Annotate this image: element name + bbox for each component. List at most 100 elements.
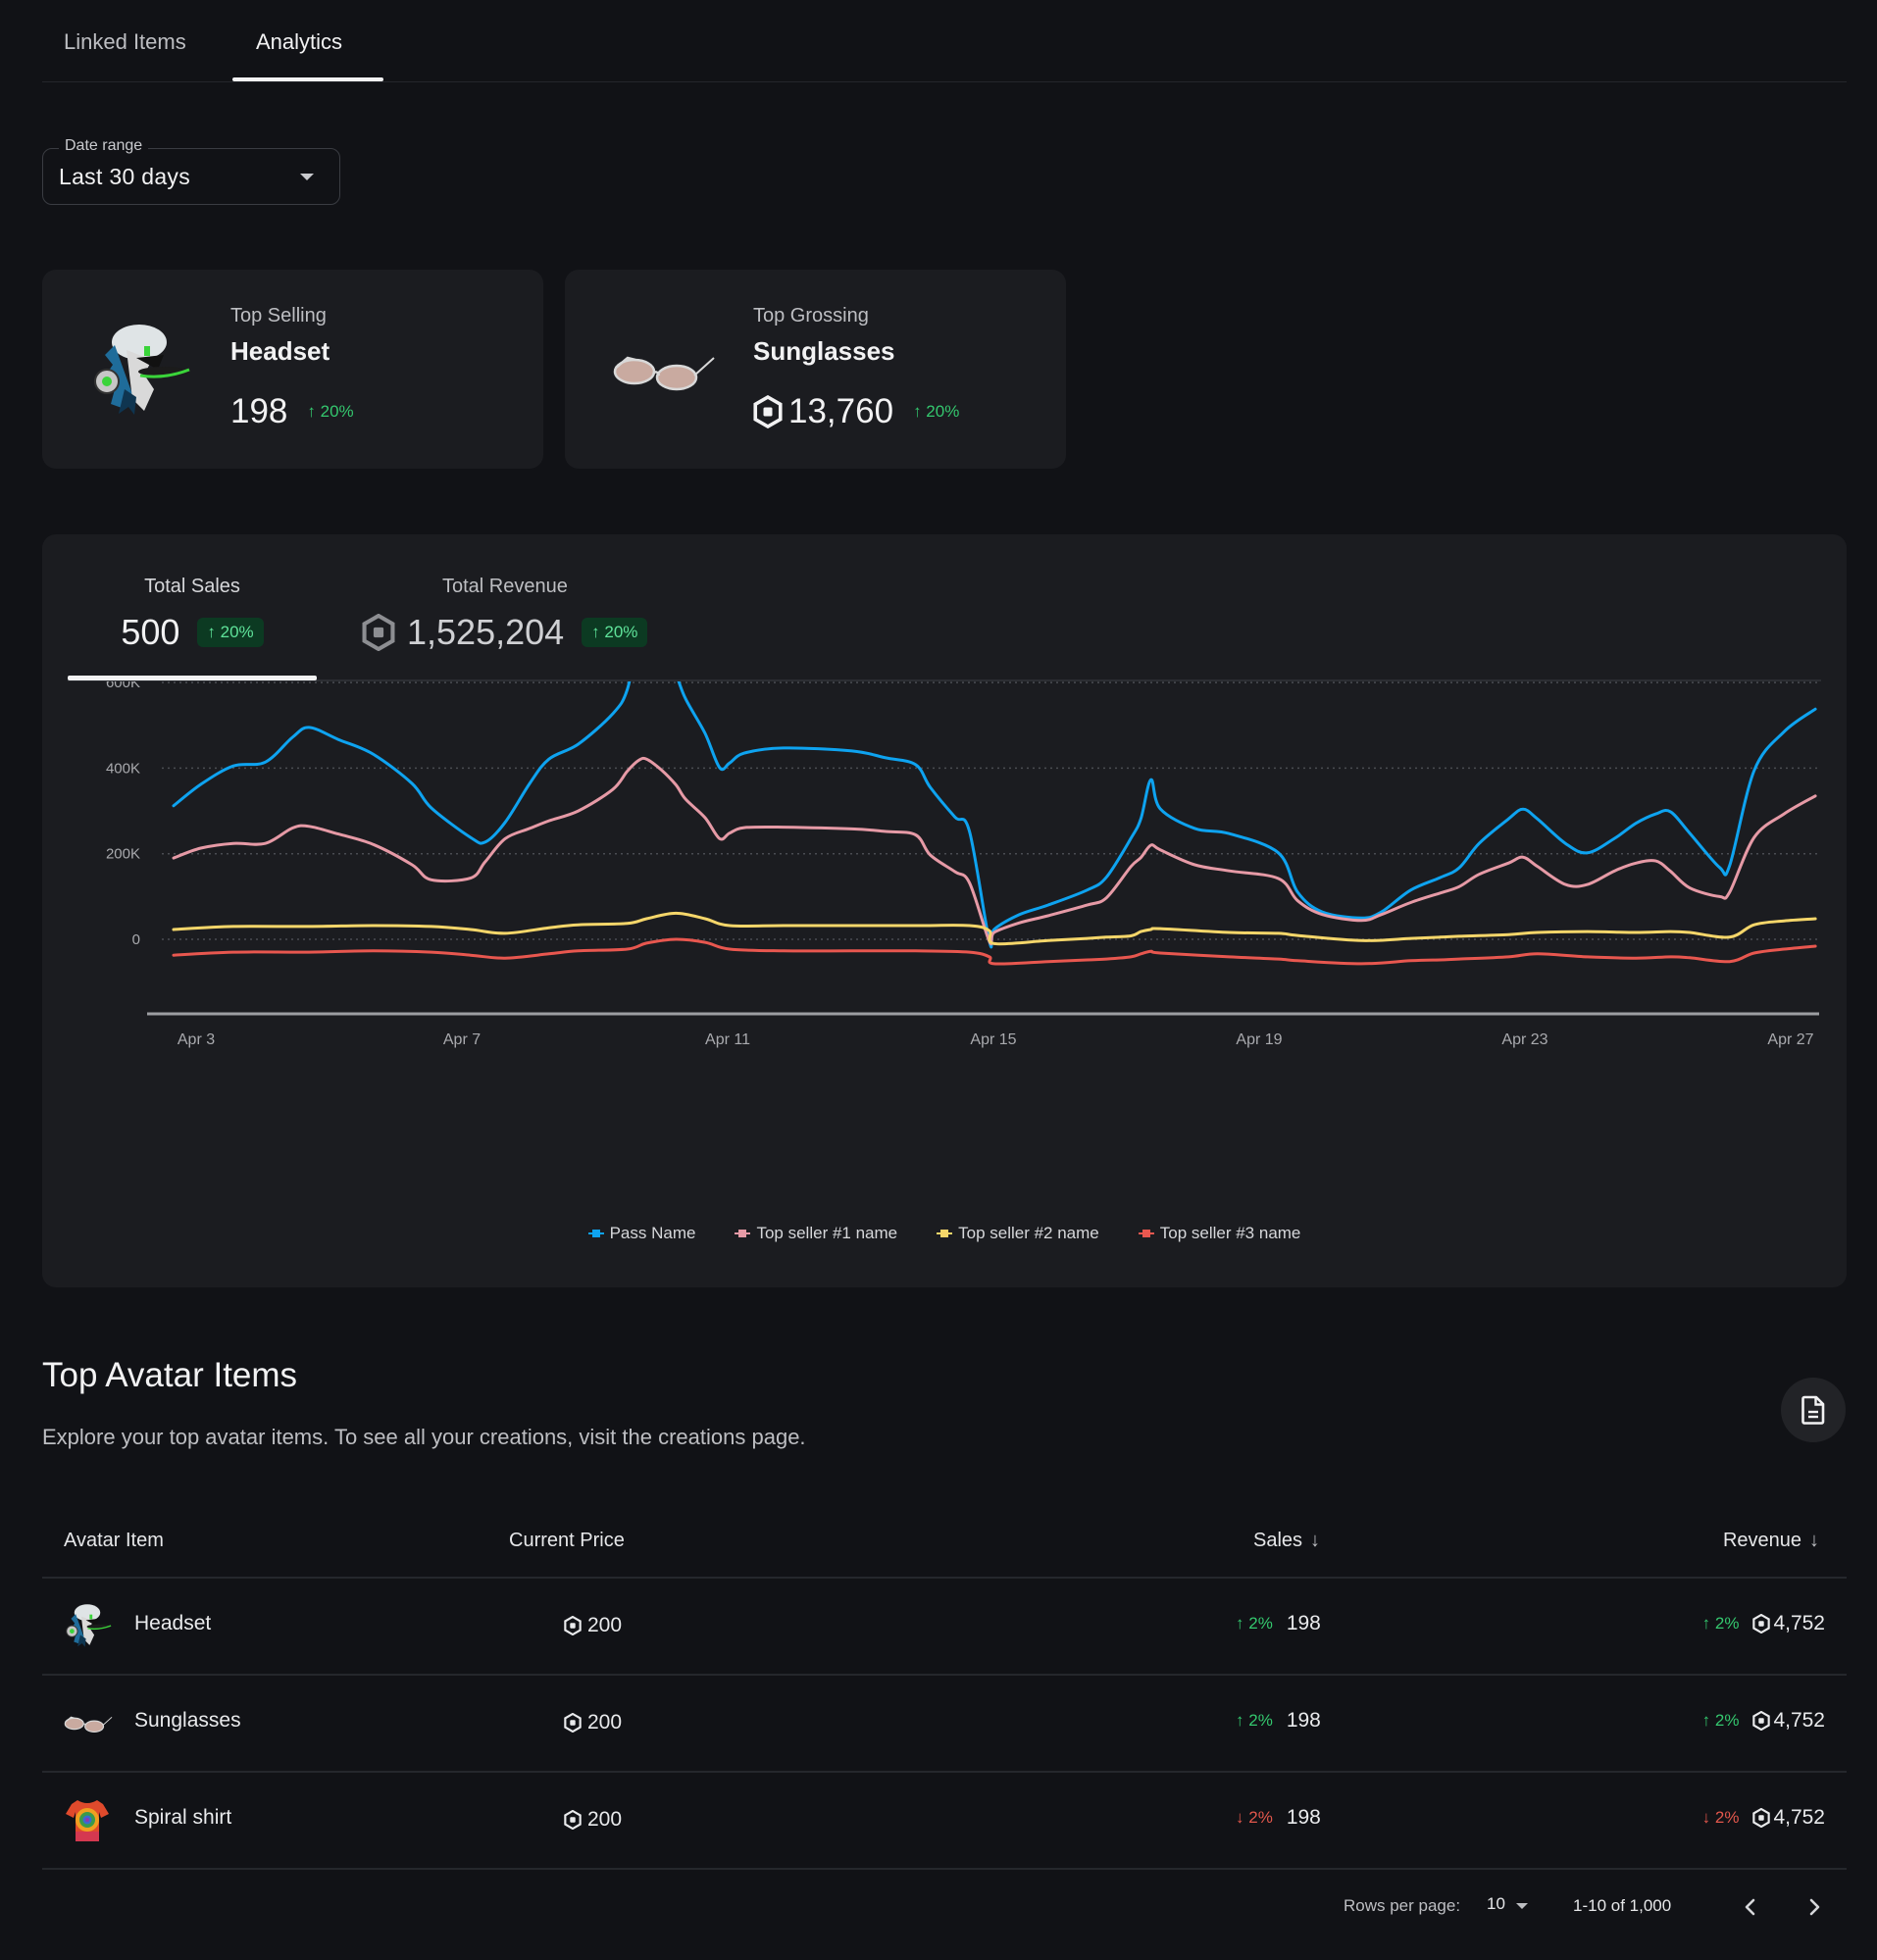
- legend-swatch-icon: [937, 1229, 953, 1238]
- y-tick-label: 600K: [106, 681, 140, 691]
- column-header-avatar-item: Avatar Item: [64, 1530, 164, 1552]
- robux-icon: [1752, 1614, 1770, 1633]
- card-kicker: Top Grossing: [753, 305, 869, 327]
- arrow-up-icon: ↑: [913, 402, 927, 421]
- table-row[interactable]: Spiral shirt 200 ↓ 2% 198 ↓ 2% 4,752: [42, 1773, 1847, 1870]
- revenue-delta-value: 2%: [1714, 1614, 1740, 1633]
- active-tab-indicator: [232, 77, 383, 81]
- sunglasses-item-thumbnail: [62, 1699, 113, 1746]
- robux-icon: [362, 614, 395, 651]
- card-delta: ↑ 20%: [913, 402, 959, 422]
- top-items-table: Avatar Item Current Price Sales ↓ Revenue…: [42, 1510, 1847, 1870]
- legend-swatch-icon: [1138, 1229, 1154, 1238]
- legend-item[interactable]: Pass Name: [587, 1224, 696, 1243]
- item-revenue: ↓ 2% 4,752: [1702, 1806, 1825, 1830]
- card-delta-value: 20%: [926, 402, 960, 421]
- date-range-label: Date range: [59, 137, 149, 155]
- top-grossing-card: Top Grossing Sunglasses 13,760 ↑ 20%: [565, 270, 1066, 469]
- item-name[interactable]: Spiral shirt: [134, 1806, 231, 1830]
- x-tick-label: Apr 15: [970, 1031, 1016, 1048]
- kpi-label: Total Revenue: [442, 576, 568, 597]
- item-revenue: ↑ 2% 4,752: [1702, 1709, 1825, 1733]
- kpi-delta-value: 20%: [220, 623, 254, 641]
- kpi-delta-value: 20%: [604, 623, 638, 641]
- export-report-button[interactable]: [1781, 1378, 1846, 1442]
- column-header-sales[interactable]: Sales ↓: [1253, 1530, 1320, 1552]
- document-icon: [1801, 1395, 1825, 1425]
- card-item-name: Headset: [230, 336, 330, 366]
- revenue-delta: ↓ 2%: [1702, 1808, 1740, 1828]
- x-tick-label: Apr 7: [443, 1031, 481, 1048]
- arrow-up-icon: ↑: [591, 623, 605, 641]
- kpi-value: 500: [121, 612, 180, 652]
- card-delta-value: 20%: [320, 402, 354, 421]
- column-label: Sales: [1253, 1530, 1303, 1551]
- card-delta: ↑ 20%: [307, 402, 353, 422]
- item-sales: ↓ 2% 198: [1236, 1806, 1321, 1830]
- series-line-pass-name: [172, 681, 1817, 949]
- item-price: 200: [564, 1711, 622, 1734]
- section-description: Explore your top avatar items. To see al…: [42, 1425, 806, 1449]
- x-tick-label: Apr 23: [1501, 1031, 1547, 1048]
- card-metric-value: 13,760: [788, 392, 894, 430]
- column-label: Revenue: [1722, 1530, 1801, 1551]
- caret-down-icon[interactable]: [1516, 1903, 1528, 1909]
- pagination-range: 1-10 of 1,000: [1573, 1896, 1672, 1915]
- robux-icon: [564, 1810, 582, 1830]
- table-row[interactable]: Headset 200 ↑ 2% 198 ↑ 2% 4,752: [42, 1579, 1847, 1676]
- sales-value: 198: [1286, 1709, 1321, 1732]
- sales-delta: ↑ 2%: [1236, 1711, 1273, 1731]
- arrow-up-icon: ↑: [1701, 1711, 1715, 1730]
- revenue-delta-value: 2%: [1714, 1711, 1740, 1730]
- column-header-revenue[interactable]: Revenue ↓: [1723, 1530, 1819, 1552]
- arrow-up-icon: ↑: [207, 623, 221, 641]
- kpi-delta-badge: ↑ 20%: [197, 618, 264, 647]
- legend-label: Top seller #1 name: [756, 1224, 898, 1242]
- line-chart: 0200K400K600K800K Apr 3Apr 7Apr 11Apr 15…: [106, 681, 1819, 1048]
- sunglasses-item-thumbnail: [608, 321, 716, 419]
- legend-item[interactable]: Top seller #3 name: [1138, 1224, 1300, 1243]
- section-title: Top Avatar Items: [42, 1356, 298, 1394]
- legend-item[interactable]: Top seller #1 name: [735, 1224, 897, 1243]
- item-price: 200: [564, 1808, 622, 1832]
- sales-delta: ↑ 2%: [1236, 1614, 1273, 1633]
- spiral-shirt-item-thumbnail: [62, 1796, 113, 1843]
- sales-chart-panel: Total Sales 500 ↑ 20% Total Revenue 1,52…: [42, 534, 1847, 1287]
- chevron-left-icon[interactable]: [1741, 1892, 1760, 1922]
- item-name[interactable]: Sunglasses: [134, 1709, 241, 1733]
- robux-icon: [564, 1616, 582, 1635]
- rows-per-page-select[interactable]: 10: [1487, 1894, 1505, 1914]
- chevron-right-icon[interactable]: [1804, 1892, 1824, 1922]
- legend-item[interactable]: Top seller #2 name: [937, 1224, 1099, 1243]
- table-row[interactable]: Sunglasses 200 ↑ 2% 198 ↑ 2% 4,752: [42, 1676, 1847, 1773]
- tab-bar: Linked Items Analytics: [42, 0, 1847, 82]
- price-value: 200: [587, 1808, 623, 1831]
- date-range-select[interactable]: Date range Last 30 days: [42, 137, 340, 205]
- tab-linked-items[interactable]: Linked Items: [64, 29, 186, 55]
- item-sales: ↑ 2% 198: [1236, 1612, 1321, 1635]
- item-sales: ↑ 2% 198: [1236, 1709, 1321, 1733]
- sales-delta: ↓ 2%: [1236, 1808, 1273, 1828]
- robux-icon: [1752, 1808, 1770, 1828]
- y-tick-label: 0: [132, 931, 140, 948]
- column-label: Avatar Item: [64, 1530, 164, 1551]
- kpi-tab-total-sales[interactable]: Total Sales 500 ↑ 20%: [68, 576, 317, 653]
- robux-icon: [564, 1713, 582, 1733]
- arrow-up-icon: ↑: [1701, 1614, 1715, 1633]
- kpi-delta-badge: ↑ 20%: [582, 618, 648, 647]
- date-range-value: Last 30 days: [59, 164, 191, 189]
- sort-desc-icon: ↓: [1809, 1530, 1819, 1551]
- arrow-down-icon: ↓: [1236, 1808, 1249, 1827]
- x-tick-label: Apr 19: [1236, 1031, 1282, 1048]
- card-kicker: Top Selling: [230, 305, 327, 327]
- caret-down-icon: [300, 174, 314, 180]
- legend-label: Pass Name: [609, 1224, 696, 1242]
- item-name[interactable]: Headset: [134, 1612, 211, 1635]
- tab-analytics[interactable]: Analytics: [256, 29, 342, 55]
- price-value: 200: [587, 1711, 623, 1734]
- active-kpi-indicator: [68, 676, 317, 680]
- kpi-tab-total-revenue[interactable]: Total Revenue 1,525,204 ↑ 20%: [362, 576, 685, 653]
- revenue-value: 4,752: [1773, 1806, 1825, 1829]
- x-tick-label: Apr 27: [1767, 1031, 1813, 1048]
- legend-swatch-icon: [735, 1229, 751, 1238]
